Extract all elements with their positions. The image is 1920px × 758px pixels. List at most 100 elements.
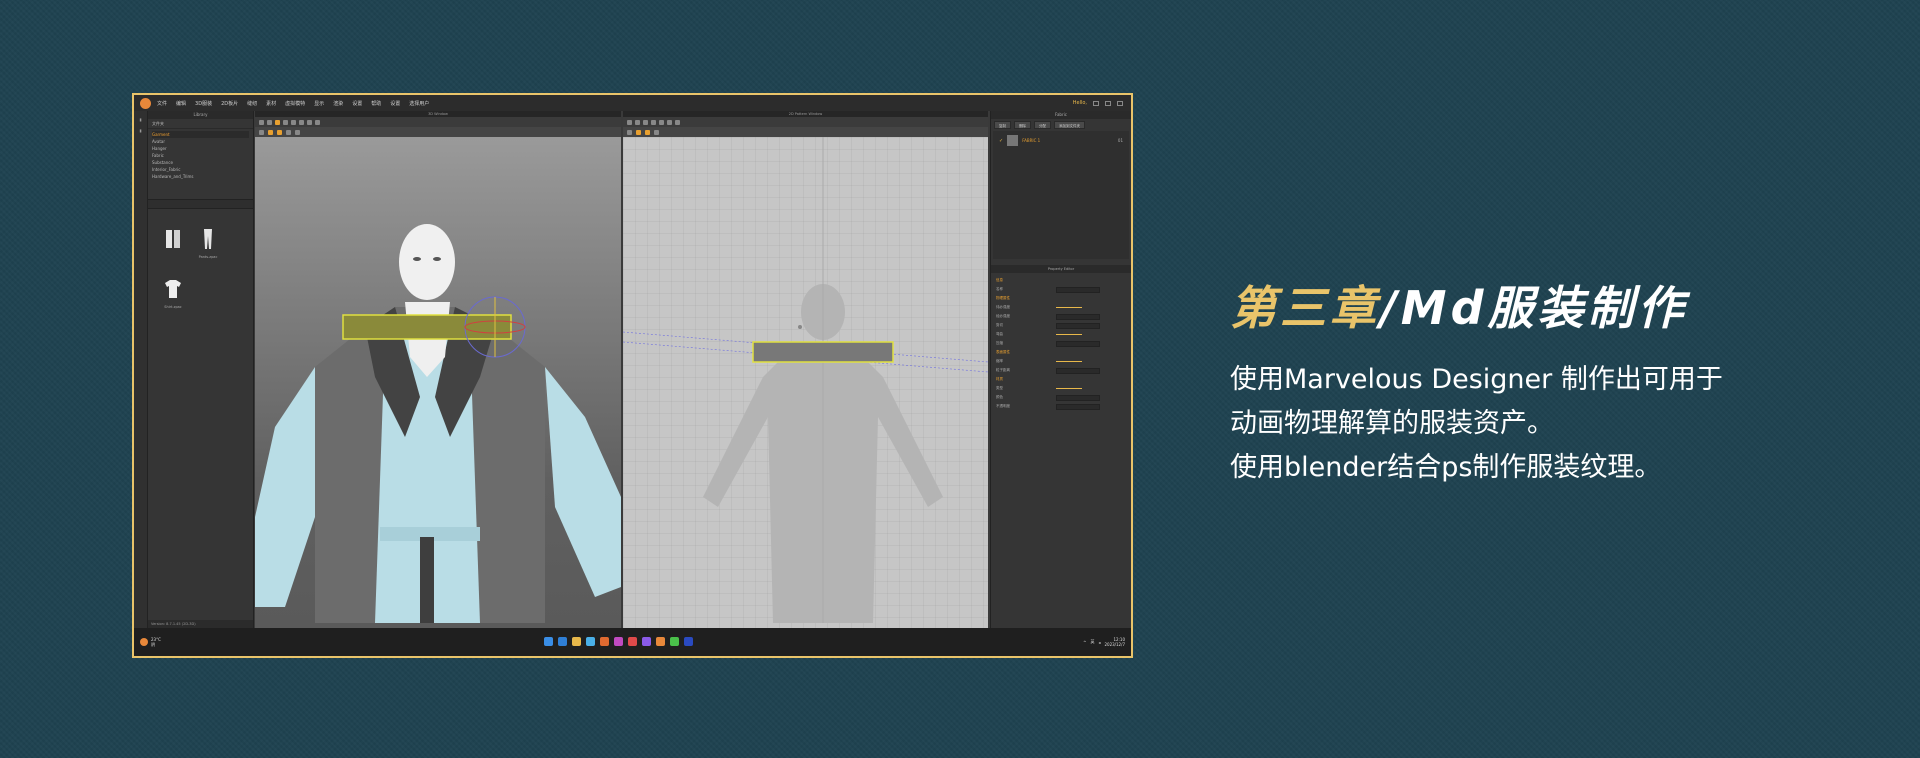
fold-tool-icon[interactable] — [291, 119, 296, 125]
folder-item-hanger[interactable]: Hanger — [152, 145, 249, 152]
folder-item-fabric[interactable]: Fabric — [152, 152, 249, 159]
fabric-count: 01 — [1117, 138, 1123, 143]
2d-viewport[interactable] — [623, 137, 988, 628]
speaker-icon[interactable]: ◂ — [1098, 640, 1100, 645]
pin-tool-icon[interactable] — [283, 119, 288, 125]
chevron-up-icon[interactable]: ^ — [1083, 640, 1086, 645]
2d-grid-icon[interactable] — [645, 129, 650, 135]
2d-texture-icon[interactable] — [636, 129, 641, 135]
menu-item[interactable]: 设置 — [390, 100, 400, 107]
property-slider[interactable] — [1056, 333, 1100, 336]
folder-item-garment[interactable]: Garment — [152, 131, 249, 138]
simulate-tool-icon[interactable] — [275, 119, 280, 125]
start-icon[interactable] — [544, 637, 553, 646]
measure-tool-icon[interactable] — [307, 119, 312, 125]
property-slider[interactable] — [1056, 360, 1100, 363]
copy-fabric-button[interactable]: 复制 — [994, 121, 1011, 129]
folder-item-avatar[interactable]: Avatar — [152, 138, 249, 145]
thumbnail-item[interactable] — [158, 227, 188, 255]
menu-item[interactable]: 缝纫 — [247, 100, 257, 107]
dart-tool-icon[interactable] — [659, 119, 664, 125]
property-section-label[interactable]: 表面属性 — [996, 350, 1056, 355]
thumbnail-item[interactable]: Shirt.zpac — [158, 277, 188, 309]
menu-item[interactable]: 2D板片 — [221, 100, 238, 107]
polygon-tool-icon[interactable] — [651, 119, 656, 125]
view-tool-icon[interactable] — [259, 129, 264, 135]
browser-icon[interactable] — [586, 637, 595, 646]
menu-item[interactable]: 选择用户 — [409, 100, 429, 107]
property-input[interactable] — [1056, 340, 1100, 347]
select-tool-icon[interactable] — [259, 119, 264, 125]
search-icon[interactable] — [558, 637, 567, 646]
app-icon[interactable] — [642, 637, 651, 646]
app-icon[interactable] — [628, 637, 637, 646]
language-indicator[interactable]: 英 — [1090, 639, 1094, 645]
user-name[interactable]: Hello, — [1073, 100, 1087, 106]
property-slider[interactable] — [1056, 306, 1100, 309]
texture-tool-icon[interactable] — [268, 129, 273, 135]
left-rail: ▮ ▮ — [134, 111, 148, 628]
segment-sewing-icon[interactable] — [667, 119, 672, 125]
property-label: 缩率 — [996, 359, 1003, 363]
property-slider[interactable] — [1056, 387, 1100, 390]
minimize-icon[interactable] — [1093, 100, 1099, 106]
menu-item[interactable]: 显示 — [314, 100, 324, 107]
3d-viewport[interactable] — [255, 137, 621, 628]
edit-point-icon[interactable] — [635, 119, 640, 125]
folder-item-hardware[interactable]: Hardware_and_Trims — [152, 173, 249, 180]
maximize-icon[interactable] — [1105, 100, 1111, 106]
delete-fabric-button[interactable]: 删除 — [1014, 121, 1031, 129]
property-input[interactable] — [1056, 322, 1100, 329]
fabric-list-item[interactable]: ✓ FABRIC 1 01 — [999, 135, 1123, 146]
weather-widget[interactable]: 23°C 阴 — [140, 637, 161, 647]
marvelous-designer-icon[interactable] — [656, 637, 665, 646]
3d-window: 3D Window — [255, 111, 621, 628]
property-section-label[interactable]: 信息 — [996, 278, 1056, 283]
add-to-folder-button[interactable]: 添加到文件夹 — [1054, 121, 1085, 129]
2d-toolbar-secondary — [623, 127, 988, 137]
free-sewing-icon[interactable] — [675, 119, 680, 125]
shading-tool-icon[interactable] — [295, 129, 300, 135]
property-input[interactable] — [1056, 286, 1100, 293]
rail-tab-library-icon[interactable]: ▮ — [138, 117, 143, 122]
2d-view-icon[interactable] — [627, 129, 632, 135]
property-section-label[interactable]: 材质 — [996, 377, 1056, 382]
light-tool-icon[interactable] — [277, 129, 282, 135]
property-input[interactable] — [1056, 403, 1100, 410]
property-section-label[interactable]: 物理属性 — [996, 296, 1056, 301]
menu-item[interactable]: 编辑 — [176, 100, 186, 107]
menu-item[interactable]: 设置 — [352, 100, 362, 107]
wechat-icon[interactable] — [670, 637, 679, 646]
camera-tool-icon[interactable] — [286, 129, 291, 135]
close-icon[interactable] — [1117, 100, 1123, 106]
folder-icon[interactable] — [572, 637, 581, 646]
thumbnail-item[interactable]: Pants.zpac — [193, 227, 223, 259]
clock[interactable]: 12:10 2023/12/7 — [1104, 637, 1125, 647]
weather-text: 23°C 阴 — [151, 637, 161, 647]
property-input[interactable] — [1056, 367, 1100, 374]
app-icon[interactable] — [614, 637, 623, 646]
menu-item[interactable]: 渲染 — [333, 100, 343, 107]
2d-zoom-icon[interactable] — [654, 129, 659, 135]
rectangle-tool-icon[interactable] — [643, 119, 648, 125]
property-input[interactable] — [1056, 394, 1100, 401]
menu-item[interactable]: 3D服装 — [195, 100, 212, 107]
menu-item[interactable]: 文件 — [157, 100, 167, 107]
avatar-tool-icon[interactable] — [315, 119, 320, 125]
app-icon[interactable] — [600, 637, 609, 646]
property-label: 名称 — [996, 287, 1003, 291]
menu-item[interactable]: 帮助 — [371, 100, 381, 107]
menu-item[interactable]: 虚拟模特 — [285, 100, 305, 107]
pattern-select-icon[interactable] — [627, 119, 632, 125]
rail-tab-history-icon[interactable]: ▮ — [138, 128, 143, 133]
folder-item-interior-fabric[interactable]: Interior_Fabric — [152, 166, 249, 173]
menu-item[interactable]: 素材 — [266, 100, 276, 107]
property-row: 压缩 — [996, 339, 1126, 348]
photoshop-icon[interactable] — [684, 637, 693, 646]
folder-item-substance[interactable]: Substance — [152, 159, 249, 166]
sew-tool-icon[interactable] — [299, 119, 304, 125]
property-input[interactable] — [1056, 313, 1100, 320]
jacket-thumbnail-icon — [166, 230, 180, 248]
assign-fabric-button[interactable]: 分配 — [1034, 121, 1051, 129]
move-tool-icon[interactable] — [267, 119, 272, 125]
